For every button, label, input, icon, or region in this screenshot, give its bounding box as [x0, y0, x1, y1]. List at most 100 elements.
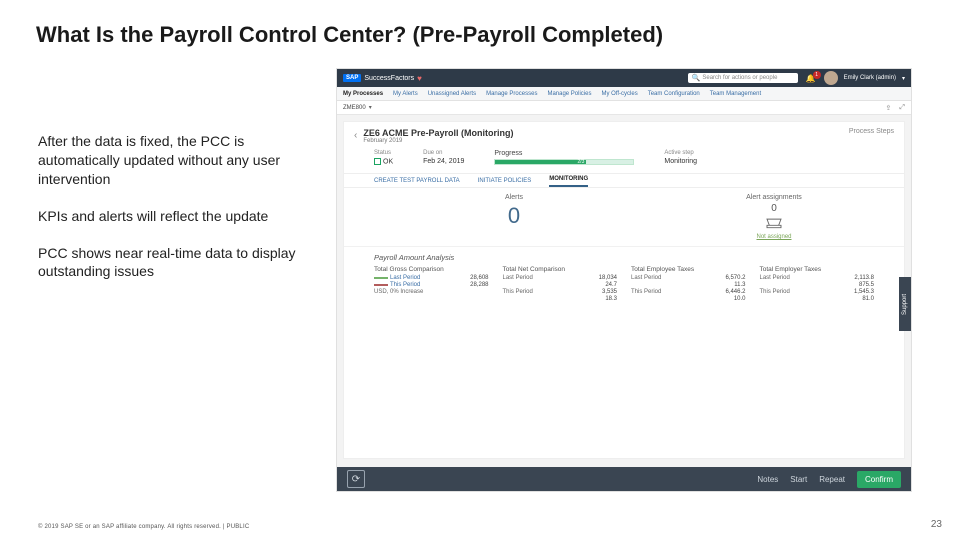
analysis-row-value: 1,545.3	[854, 289, 874, 295]
support-tab[interactable]: Support	[899, 277, 911, 331]
status-value: OK	[383, 158, 393, 165]
left-column: After the data is fixed, the PCC is auto…	[38, 132, 298, 299]
search-placeholder: Search for actions or people	[702, 75, 777, 81]
analysis-column: Total Employee TaxesLast Period6,570.211…	[631, 266, 746, 303]
user-name: Emily Clark (admin)	[844, 75, 896, 81]
search-icon: 🔍	[692, 74, 701, 82]
nav-manage-policies[interactable]: Manage Policies	[547, 91, 591, 97]
analysis-section: Payroll Amount Analysis Total Gross Comp…	[344, 247, 904, 309]
metric-due: Due on Feb 24, 2019	[423, 150, 464, 165]
repeat-link[interactable]: Repeat	[819, 475, 845, 484]
analysis-row: 875.5	[760, 282, 875, 288]
payroll-area-caret-icon[interactable]: ▾	[369, 104, 372, 111]
analysis-row: 81.0	[760, 296, 875, 302]
analysis-col-label: Total Employee Taxes	[631, 266, 746, 273]
analysis-row-name: This Period	[760, 289, 790, 295]
assignments-count: 0	[771, 203, 777, 214]
nav-my-processes[interactable]: My Processes	[343, 91, 383, 97]
user-menu-caret-icon[interactable]: ▾	[902, 75, 905, 82]
analysis-row-name[interactable]: Last Period	[374, 275, 420, 281]
analysis-row-value: 28,608	[470, 275, 488, 281]
alerts-heading: Alerts	[505, 194, 523, 201]
analysis-row: 11.3	[631, 282, 746, 288]
product-name: SuccessFactors	[364, 75, 414, 82]
para-3: PCC shows near real-time data to display…	[38, 244, 298, 282]
analysis-row: Last Period 28,608	[374, 275, 489, 281]
active-step-label: Active step	[664, 150, 697, 156]
analysis-row-value: 24.7	[605, 282, 617, 288]
notification-badge: 1	[813, 71, 821, 79]
analysis-row-value: 3,535	[602, 289, 617, 295]
assignments-heading: Alert assignments	[746, 194, 802, 201]
analysis-row: 18.3	[503, 296, 618, 302]
status-ok-icon	[374, 158, 381, 165]
tab-create-test-payroll[interactable]: CREATE TEST PAYROLL DATA	[374, 178, 460, 187]
due-value: Feb 24, 2019	[423, 158, 464, 165]
nav-unassigned-alerts[interactable]: Unassigned Alerts	[428, 91, 476, 97]
bottom-bar: ⟳ Notes Start Repeat Confirm	[337, 467, 911, 491]
nav-team-management[interactable]: Team Management	[710, 91, 761, 97]
inbox-icon	[764, 216, 784, 232]
progress-label: Progress	[494, 150, 634, 157]
analysis-column: Total Employer Taxes Last Period2,113.887…	[760, 266, 875, 303]
heart-icon: ♥	[417, 74, 422, 83]
analysis-row-name: This Period	[503, 289, 533, 295]
metrics-row: Status OK Due on Feb 24, 2019 Progress 2…	[344, 146, 904, 174]
refresh-icon: ⟳	[352, 474, 360, 485]
metric-active-step: Active step Monitoring	[664, 150, 697, 165]
notifications-button[interactable]: 🔔 1	[804, 74, 818, 83]
analysis-col-label: Total Employer Taxes	[760, 266, 875, 273]
analysis-row-name: This Period	[631, 289, 661, 295]
tab-initiate-policies[interactable]: INITIATE POLICIES	[478, 178, 532, 187]
page-number: 23	[931, 519, 942, 530]
main-nav: My Processes My Alerts Unassigned Alerts…	[337, 87, 911, 101]
process-card: ‹ ZE6 ACME Pre-Payroll (Monitoring) Febr…	[343, 121, 905, 459]
nav-my-alerts[interactable]: My Alerts	[393, 91, 418, 97]
analysis-row: Last Period2,113.8	[760, 275, 875, 281]
refresh-button[interactable]: ⟳	[347, 470, 365, 488]
process-steps-link[interactable]: Process Steps	[849, 128, 894, 135]
search-input[interactable]: 🔍 Search for actions or people	[688, 73, 798, 83]
avatar[interactable]	[824, 71, 838, 85]
analysis-row-value: 875.5	[859, 282, 874, 288]
analysis-column: Total Net Comparison Last Period18,03424.…	[503, 266, 618, 303]
top-bar: SAP SuccessFactors ♥ 🔍 Search for action…	[337, 69, 911, 87]
nav-manage-processes[interactable]: Manage Processes	[486, 91, 537, 97]
process-subtitle: February 2019	[363, 138, 849, 144]
analysis-row-value: 6,570.2	[725, 275, 745, 281]
confirm-button[interactable]: Confirm	[857, 471, 901, 488]
active-step-value: Monitoring	[664, 158, 697, 165]
analysis-row-value: 28,288	[470, 282, 488, 288]
analysis-row: Last Period18,034	[503, 275, 618, 281]
expand-icon[interactable]: ⤢	[899, 104, 905, 112]
analysis-col-footer: USD, 0% Increase	[374, 289, 489, 295]
analysis-row-name: Last Period	[760, 275, 790, 281]
not-assigned-link[interactable]: Not assigned	[756, 234, 791, 240]
notes-link[interactable]: Notes	[757, 475, 778, 484]
para-2: KPIs and alerts will reflect the update	[38, 207, 298, 226]
progress-value: 2/3	[578, 159, 585, 165]
export-icon[interactable]: ⇪	[886, 104, 892, 112]
analysis-col-label: Total Net Comparison	[503, 266, 618, 273]
analysis-row: 24.7	[503, 282, 618, 288]
analysis-heading: Payroll Amount Analysis	[374, 253, 874, 262]
due-label: Due on	[423, 150, 464, 156]
tab-monitoring[interactable]: MONITORING	[549, 176, 588, 187]
analysis-row-name[interactable]: This Period	[374, 282, 420, 288]
analysis-col-label: Total Gross Comparison	[374, 266, 489, 273]
metric-progress: Progress 2/3	[494, 150, 634, 165]
analysis-row: This Period6,446.2	[631, 289, 746, 295]
analysis-row-value: 18,034	[599, 275, 617, 281]
payroll-area[interactable]: ZME800	[343, 105, 366, 111]
start-link[interactable]: Start	[790, 475, 807, 484]
analysis-row-value: 81.0	[862, 296, 874, 302]
analysis-row: This Period 3,535	[503, 289, 618, 295]
analysis-row-value: 18.3	[605, 296, 617, 302]
progress-bar: 2/3	[494, 159, 634, 165]
step-tabs: CREATE TEST PAYROLL DATA INITIATE POLICI…	[344, 174, 904, 188]
metric-status: Status OK	[374, 150, 393, 165]
analysis-column: Total Gross Comparison Last Period 28,608 T…	[374, 266, 489, 303]
nav-team-config[interactable]: Team Configuration	[648, 91, 700, 97]
nav-my-offcycles[interactable]: My Off-cycles	[601, 91, 637, 97]
series-swatch-icon	[374, 277, 388, 279]
